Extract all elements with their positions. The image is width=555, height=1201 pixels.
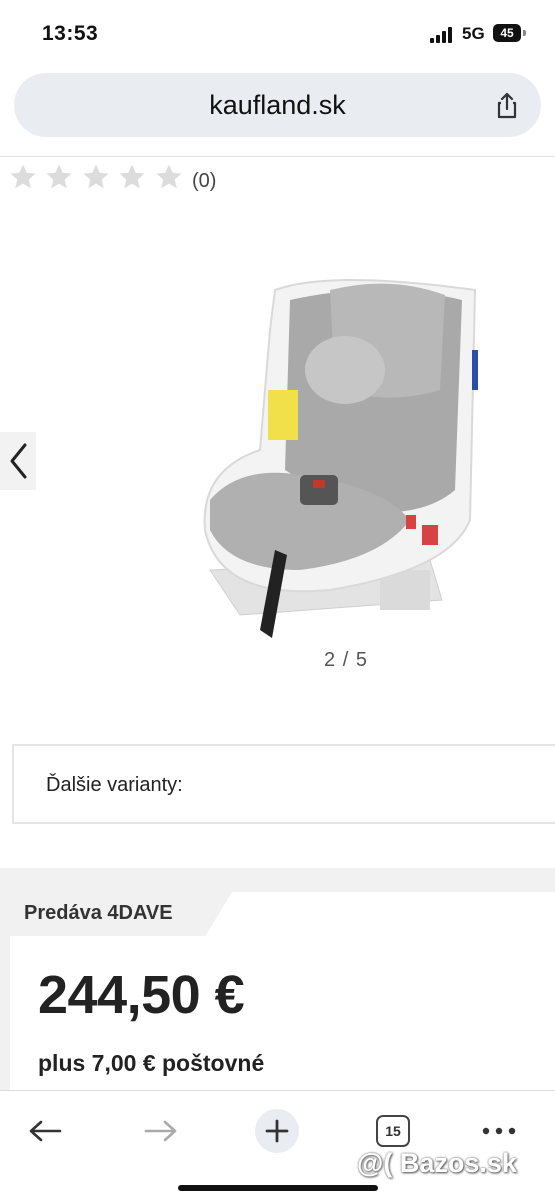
arrow-right-icon — [144, 1120, 177, 1142]
variants-section[interactable]: Ďalšie varianty: — [12, 744, 555, 824]
back-button[interactable] — [15, 1103, 75, 1159]
url-bar[interactable]: kaufland.sk — [14, 73, 541, 137]
product-image[interactable] — [180, 270, 500, 650]
star-icon — [46, 164, 72, 189]
watermark: @( Bazos.sk — [357, 1148, 517, 1178]
more-dots-icon — [482, 1127, 516, 1135]
tab-count: 15 — [376, 1115, 410, 1147]
battery-level: 45 — [493, 24, 521, 42]
star-icon — [156, 164, 182, 189]
status-time: 13:53 — [42, 22, 99, 45]
offer-card: Predáva 4DAVE 244,50 € plus 7,00 € pošto… — [10, 892, 555, 1102]
shipping-cost: plus 7,00 € poštovné — [38, 1050, 265, 1076]
home-indicator — [178, 1185, 378, 1191]
url-text: kaufland.sk — [209, 90, 346, 120]
arrow-left-icon — [29, 1120, 62, 1142]
previous-image-button[interactable] — [0, 432, 36, 490]
star-icon — [83, 164, 109, 189]
seller-name[interactable]: Predáva 4DAVE — [24, 902, 173, 925]
signal-icon — [430, 27, 456, 43]
new-tab-button[interactable] — [247, 1103, 307, 1159]
star-icon — [10, 164, 36, 189]
star-rating[interactable] — [8, 162, 186, 196]
star-icon — [119, 164, 145, 189]
chevron-left-icon — [10, 443, 27, 479]
divider — [0, 156, 555, 157]
network-type: 5G — [462, 24, 485, 43]
price: 244,50 € — [38, 965, 245, 1025]
forward-button[interactable] — [131, 1103, 191, 1159]
battery-icon: 45 — [493, 24, 527, 42]
rating-count[interactable]: (0) — [192, 170, 216, 193]
image-counter: 2 / 5 — [306, 638, 386, 682]
share-icon[interactable] — [492, 91, 522, 121]
plus-icon — [255, 1109, 299, 1153]
variants-label: Ďalšie varianty: — [46, 774, 183, 796]
